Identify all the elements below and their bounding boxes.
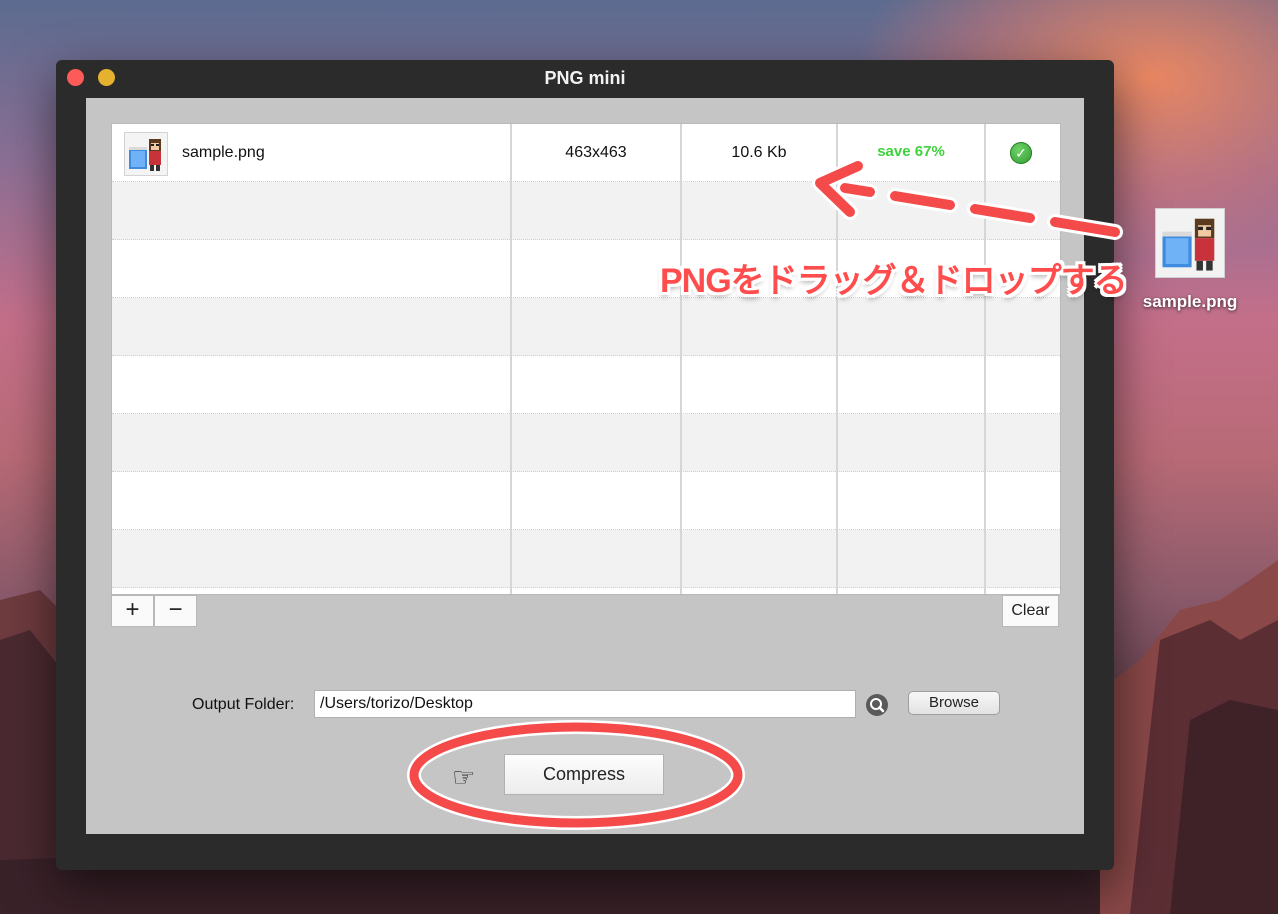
compress-highlight-ellipse-red — [409, 722, 743, 828]
drag-drop-annotation: PNGをドラッグ＆ドロップする — [660, 262, 1128, 300]
drag-arrow — [812, 158, 1123, 240]
annotation-overlay — [407, 158, 1123, 830]
pixel-art-character-thumbnail-icon — [1155, 208, 1225, 278]
desktop-file-icon[interactable]: sample.png — [1130, 208, 1250, 312]
desktop-file-label: sample.png — [1142, 292, 1238, 311]
